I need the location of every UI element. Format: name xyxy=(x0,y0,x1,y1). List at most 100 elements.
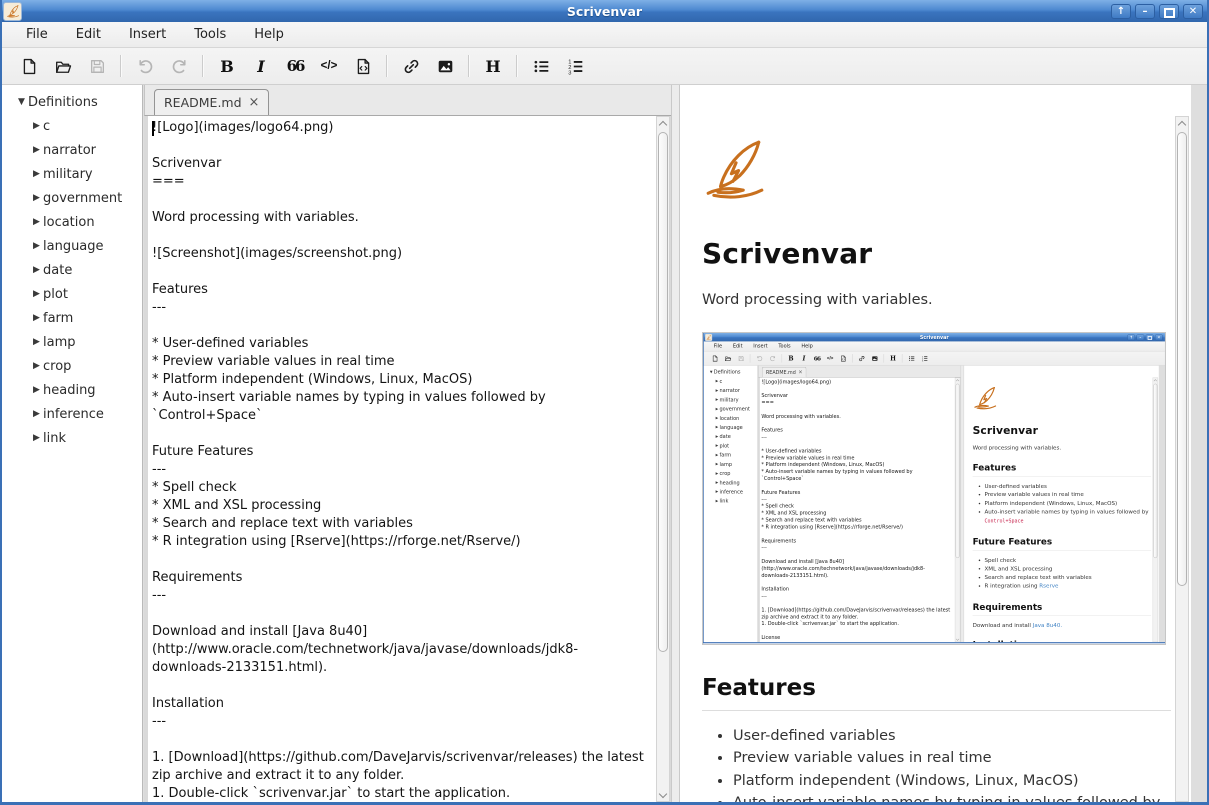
save-button[interactable] xyxy=(82,53,112,79)
code-icon: </> xyxy=(321,60,338,72)
tab-close-icon[interactable]: × xyxy=(249,95,260,110)
tree-item[interactable]: ▶ military xyxy=(2,162,142,186)
numbered-list-button[interactable]: 123 xyxy=(560,53,590,79)
preview-scrollbar[interactable] xyxy=(1175,116,1189,802)
toolbar-separator xyxy=(120,55,122,77)
open-file-button[interactable] xyxy=(48,53,78,79)
tree-item[interactable]: ▶ farm xyxy=(2,306,142,330)
tree-item-label: inference xyxy=(43,407,104,422)
tree-item[interactable]: ▶ lamp xyxy=(2,330,142,354)
tab-label: README.md xyxy=(164,95,242,110)
bold-button[interactable]: B xyxy=(212,53,242,79)
tree-item[interactable]: ▶ government xyxy=(2,186,142,210)
main-area: ▼ Definitions ▶ c ▶ narrator xyxy=(2,85,1207,802)
features-list-last: Auto-insert variable names by typing in … xyxy=(702,792,1171,802)
minimize-button[interactable]: – xyxy=(1135,4,1155,19)
link-button[interactable] xyxy=(396,53,426,79)
tree-item[interactable]: ▶ heading xyxy=(2,378,142,402)
tree-item[interactable]: ▶ date xyxy=(2,258,142,282)
window-controls: ↑ – ✕ xyxy=(1111,4,1203,19)
menu-item[interactable]: Edit xyxy=(62,22,115,47)
heading-button[interactable]: H xyxy=(478,53,508,79)
pane-splitter[interactable] xyxy=(671,85,680,802)
shade-button[interactable]: ↑ xyxy=(1111,4,1131,19)
scroll-up-icon[interactable] xyxy=(1176,117,1188,130)
menu-item[interactable]: Tools xyxy=(180,22,240,47)
text-caret xyxy=(152,121,154,136)
menu-bar: FileEditInsertToolsHelp xyxy=(0,22,1209,48)
chevron-right-icon: ▶ xyxy=(30,169,43,179)
image-button[interactable] xyxy=(430,53,460,79)
italic-icon: I xyxy=(257,57,264,76)
toolbar: B I 66 </> H 123 xyxy=(0,48,1209,85)
bullet-list-button[interactable] xyxy=(526,53,556,79)
tree-item[interactable]: ▶ plot xyxy=(2,282,142,306)
tree-item[interactable]: ▶ c xyxy=(2,114,142,138)
tree-children: ▶ c ▶ narrator ▶ military ▶ xyxy=(2,114,142,450)
window-title: Scrivenvar xyxy=(0,4,1209,19)
svg-text:3: 3 xyxy=(568,70,571,75)
tree-item-label: crop xyxy=(43,359,71,374)
chevron-right-icon: ▶ xyxy=(30,385,43,395)
scroll-down-icon[interactable] xyxy=(657,788,669,801)
tree-root-definitions[interactable]: ▼ Definitions xyxy=(2,90,142,114)
tree-item-label: link xyxy=(43,431,66,446)
app-icon xyxy=(3,2,22,21)
new-file-button[interactable] xyxy=(14,53,44,79)
bullet-list-icon xyxy=(533,58,550,75)
tree-item-label: military xyxy=(43,167,93,182)
code-block-button[interactable] xyxy=(348,53,378,79)
mini-editor-pane: README.md × ![Logo](images/logo64.png) S… xyxy=(758,366,960,642)
bold-icon: B xyxy=(220,57,234,76)
mini-app-window: Scrivenvar ↑ – ✕ FileEditInsertT xyxy=(703,333,1166,643)
numbered-list-icon: 123 xyxy=(567,58,584,75)
undo-button[interactable] xyxy=(130,53,160,79)
tree-item[interactable]: ▶ location xyxy=(2,210,142,234)
open-folder-icon xyxy=(55,58,72,75)
maximize-button[interactable] xyxy=(1159,4,1179,19)
editor-pane: README.md × ![Logo](images/logo64.png) S… xyxy=(144,85,671,802)
image-icon xyxy=(437,58,454,75)
mini-preview-pane: Scrivenvar Word processing with variable… xyxy=(964,366,1159,642)
preview-content: Scrivenvar Word processing with variable… xyxy=(680,85,1191,802)
feature-item: User-defined variables xyxy=(733,725,1171,747)
close-button[interactable]: ✕ xyxy=(1183,4,1203,19)
tree-item-label: language xyxy=(43,239,104,254)
heading-icon: H xyxy=(485,57,500,76)
definitions-sidebar: ▼ Definitions ▶ c ▶ narrator xyxy=(2,85,143,802)
scroll-up-icon[interactable] xyxy=(657,117,669,130)
blockquote-button[interactable]: 66 xyxy=(280,53,310,79)
features-list: User-defined variablesPreview variable v… xyxy=(702,725,1171,792)
feature-item: Platform independent (Windows, Linux, Ma… xyxy=(733,770,1171,792)
inline-code-button[interactable]: </> xyxy=(314,53,344,79)
title-bar[interactable]: Scrivenvar ↑ – ✕ xyxy=(0,0,1209,22)
tree-item-label: government xyxy=(43,191,122,206)
editor-scrollbar[interactable] xyxy=(656,116,670,802)
preview-title: Scrivenvar xyxy=(702,237,1171,270)
scrollbar-thumb[interactable] xyxy=(658,132,668,652)
tree-item[interactable]: ▶ link xyxy=(2,426,142,450)
tree-item[interactable]: ▶ language xyxy=(2,234,142,258)
tree-item[interactable]: ▶ inference xyxy=(2,402,142,426)
tree-item-label: c xyxy=(43,119,50,134)
preview-tagline: Word processing with variables. xyxy=(702,292,1171,308)
redo-button[interactable] xyxy=(164,53,194,79)
mini-title-bar: Scrivenvar ↑ – ✕ xyxy=(704,333,1165,341)
tree-item[interactable]: ▶ narrator xyxy=(2,138,142,162)
menu-item[interactable]: Help xyxy=(240,22,298,47)
new-file-icon xyxy=(21,58,38,75)
toolbar-separator xyxy=(202,55,204,77)
features-heading: Features xyxy=(702,675,1171,711)
chevron-down-icon[interactable]: ▼ xyxy=(15,97,28,107)
italic-button[interactable]: I xyxy=(246,53,276,79)
menu-item[interactable]: File xyxy=(12,22,62,47)
tree-item[interactable]: ▶ crop xyxy=(2,354,142,378)
menu-item[interactable]: Insert xyxy=(115,22,180,47)
tab-readme[interactable]: README.md × xyxy=(154,89,269,115)
scrollbar-thumb[interactable] xyxy=(1177,132,1187,586)
markdown-editor[interactable]: ![Logo](images/logo64.png) Scrivenvar ==… xyxy=(148,116,656,802)
toolbar-separator xyxy=(468,55,470,77)
chevron-right-icon: ▶ xyxy=(30,289,43,299)
tree-item-label: heading xyxy=(43,383,96,398)
tree-item-label: farm xyxy=(43,311,73,326)
